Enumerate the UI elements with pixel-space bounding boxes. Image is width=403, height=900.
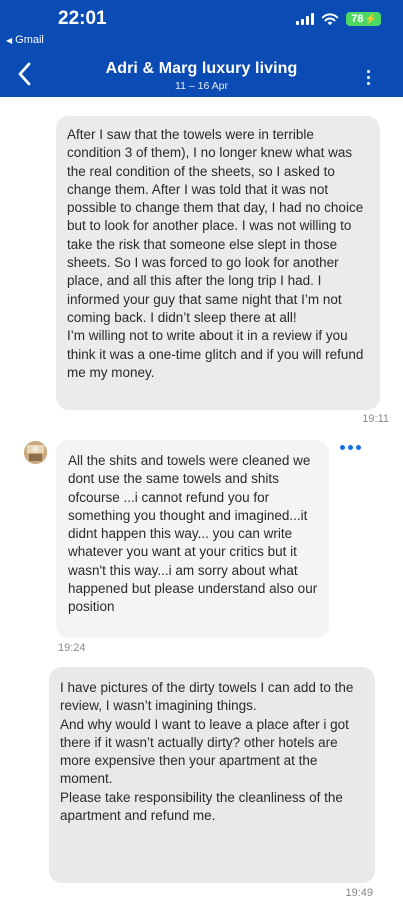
app-header: 22:01 ◀ Gmail 78⚡ Adri & Marg luxury liv… [0,0,403,97]
wifi-icon [322,13,339,26]
message-bubble-guest: After I saw that the towels were in terr… [56,116,380,410]
back-triangle-icon: ◀ [6,35,13,45]
back-button[interactable] [14,60,36,88]
message-bubble-guest: I have pictures of the dirty towels I ca… [49,667,375,883]
battery-charging-icon: 78⚡ [346,12,381,26]
battery-level: 78 [351,13,364,25]
message-timestamp: 19:24 [58,642,86,654]
back-to-app-link[interactable]: ◀ Gmail [6,34,44,46]
message-text: All the shits and towels were cleaned we… [68,453,318,615]
message-bubble-host: All the shits and towels were cleaned we… [56,440,329,638]
more-vertical-icon[interactable] [363,66,373,88]
conversation-title-block: Adri & Marg luxury living 11 – 16 Apr [60,60,343,92]
conversation-title: Adri & Marg luxury living [105,60,298,77]
message-text: After I saw that the towels were in terr… [67,127,364,380]
message-timestamp: 19:11 [362,413,389,425]
back-app-label: Gmail [15,34,44,46]
cellular-signal-icon [296,13,315,25]
more-horizontal-icon[interactable] [340,445,361,450]
message-text: I have pictures of the dirty towels I ca… [60,680,354,824]
message-timestamp: 19:49 [345,887,373,899]
status-time: 22:01 [58,8,107,29]
host-avatar[interactable] [24,441,47,464]
stay-dates: 11 – 16 Apr [175,80,228,92]
status-indicators: 78⚡ [296,12,381,26]
